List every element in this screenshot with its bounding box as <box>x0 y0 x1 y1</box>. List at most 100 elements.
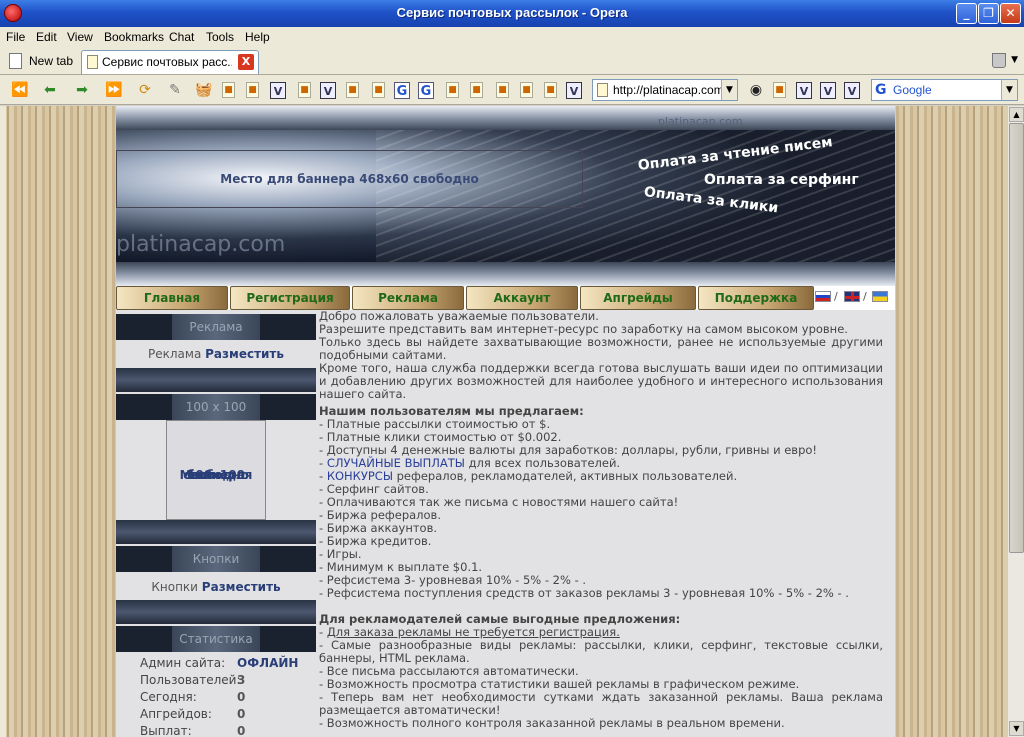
close-tab-icon[interactable]: X <box>238 54 254 70</box>
google-icon: G <box>875 82 887 98</box>
bookmark-page-icon[interactable]: ■ <box>346 82 359 98</box>
nav-account[interactable]: Аккаунт <box>466 286 578 310</box>
google-bookmark-icon[interactable]: G <box>394 82 410 99</box>
bookmark-page-icon[interactable]: ■ <box>222 82 235 98</box>
bookmark-page-icon[interactable]: ■ <box>773 82 786 98</box>
tab-active[interactable]: Сервис почтовых расс... X <box>81 50 259 74</box>
header-frame-bottom <box>116 262 895 286</box>
vertical-scrollbar[interactable]: ▲ ▼ <box>1007 106 1024 737</box>
place-button-link[interactable]: Разместить <box>202 580 281 594</box>
sidebar-buttons-text: Кнопки <box>151 580 198 594</box>
rewind-icon[interactable]: ⏪ <box>10 80 30 100</box>
nav-support[interactable]: Поддержка <box>698 286 814 310</box>
banner-100-placeholder[interactable]: Место для баннера 100x100 свободно <box>166 420 266 520</box>
search-box[interactable]: G Google ▼ <box>871 79 1018 101</box>
trash-icon[interactable] <box>992 53 1006 68</box>
bookmark-page-icon[interactable]: ■ <box>372 82 385 98</box>
address-dropdown-icon[interactable]: ▼ <box>721 80 737 100</box>
flag-separator: / <box>834 290 838 303</box>
menu-bookmarks[interactable]: Bookmarks <box>104 30 164 44</box>
intro-text: Кроме того, наша служба поддержки всегда… <box>319 361 883 401</box>
new-tab-button[interactable]: New tab <box>7 51 73 71</box>
site-header: platinacap.com Место для баннера 468x60 … <box>116 106 895 286</box>
list-item-text: для всех пользователей. <box>464 456 621 470</box>
scroll-thumb[interactable] <box>1009 123 1024 553</box>
bookmark-v-icon[interactable]: V <box>270 82 286 99</box>
random-payouts-link[interactable]: СЛУЧАЙНЫЕ ВЫПЛАТЫ <box>327 456 465 470</box>
nav-support-label: Поддержка <box>714 291 798 305</box>
menu-file[interactable]: File <box>6 30 25 44</box>
google-bookmark-icon[interactable]: G <box>418 82 434 99</box>
scroll-down-icon[interactable]: ▼ <box>1009 721 1024 736</box>
nav-home[interactable]: Главная <box>116 286 228 310</box>
bookmark-page-icon[interactable]: ■ <box>298 82 311 98</box>
stat-label: Сегодня: <box>140 690 197 704</box>
no-registration-link[interactable]: Для заказа рекламы не требуется регистра… <box>327 625 620 639</box>
menu-edit[interactable]: Edit <box>36 30 57 44</box>
banner-line: свободно <box>183 468 249 482</box>
flag-separator: / <box>863 290 867 303</box>
bookmark-page-icon[interactable]: ■ <box>496 82 509 98</box>
flag-russia-icon[interactable] <box>815 291 831 302</box>
fast-forward-icon[interactable]: ⏩ <box>104 80 124 100</box>
address-bar[interactable]: http://platinacap.com/ ▼ <box>592 79 738 101</box>
list-item-text: рефералов, рекламодателей, активных поль… <box>392 469 738 483</box>
bookmark-v-icon[interactable]: V <box>820 82 836 99</box>
nav-upgrades[interactable]: Апгрейды <box>580 286 696 310</box>
back-icon[interactable]: ⬅ <box>40 80 60 100</box>
menu-tools[interactable]: Tools <box>206 30 234 44</box>
bookmark-page-icon[interactable]: ■ <box>520 82 533 98</box>
bookmark-page-icon[interactable]: ■ <box>446 82 459 98</box>
stat-label: Пользователей: <box>140 673 241 687</box>
minimize-button[interactable]: _ <box>956 3 977 24</box>
basket-icon[interactable]: 🧺 <box>194 80 214 100</box>
web-viewport: platinacap.com Место для баннера 468x60 … <box>0 106 1024 737</box>
forward-icon[interactable]: ➡ <box>72 80 92 100</box>
sidebar-ads-text: Реклама <box>148 347 202 361</box>
nav-register[interactable]: Регистрация <box>230 286 350 310</box>
new-tab-label: New tab <box>29 54 74 68</box>
banner-468-text: Место для баннера 468x60 свободно <box>220 172 479 186</box>
header-domain: platinacap.com <box>658 115 743 128</box>
banner-468-placeholder[interactable]: Место для баннера 468x60 свободно <box>116 150 583 208</box>
sidebar-size-title: 100 x 100 <box>185 400 247 414</box>
panel-edge <box>0 106 6 737</box>
stat-label: Админ сайта: <box>140 656 226 670</box>
menu-help[interactable]: Help <box>245 30 270 44</box>
edit-icon[interactable]: ✎ <box>165 80 185 100</box>
flag-ukraine-icon[interactable] <box>872 291 888 302</box>
close-button[interactable]: ✕ <box>1000 3 1021 24</box>
sidebar-divider <box>116 368 316 392</box>
search-dropdown-icon[interactable]: ▼ <box>1001 80 1017 100</box>
nav-ads[interactable]: Реклама <box>352 286 464 310</box>
bookmark-v-icon[interactable]: V <box>320 82 336 99</box>
bookmark-page-icon[interactable]: ■ <box>246 82 259 98</box>
flag-uk-icon[interactable] <box>844 291 860 302</box>
sidebar-divider <box>116 520 316 544</box>
scroll-up-icon[interactable]: ▲ <box>1009 107 1024 122</box>
sidebar-buttons-title: Кнопки <box>192 552 240 566</box>
bookmark-page-icon[interactable]: ■ <box>470 82 483 98</box>
list-item: - Самые разнообразные виды рекламы: расс… <box>319 638 883 665</box>
bookmark-page-icon[interactable]: ■ <box>544 82 557 98</box>
title-bar: Сервис почтовых рассылок - Opera _ ❐ ✕ <box>0 0 1024 27</box>
stat-value: ОФЛАЙН <box>237 656 299 670</box>
address-input[interactable]: http://platinacap.com/ <box>613 83 723 97</box>
restore-button[interactable]: ❐ <box>978 3 999 24</box>
slogan-surfing: Оплата за серфинг <box>704 172 859 188</box>
menu-view[interactable]: View <box>67 30 93 44</box>
contests-link[interactable]: КОНКУРСЫ <box>327 469 393 483</box>
bookmark-v-icon[interactable]: V <box>566 82 582 99</box>
bookmark-v-icon[interactable]: V <box>796 82 812 99</box>
place-ad-link[interactable]: Разместить <box>205 347 284 361</box>
menu-chat[interactable]: Chat <box>169 30 194 44</box>
globe-icon[interactable]: ◉ <box>746 80 766 100</box>
brand-watermark: platinacap.com <box>116 232 286 257</box>
nav-ads-label: Реклама <box>378 291 438 305</box>
chevron-down-icon[interactable]: ▼ <box>1011 55 1018 65</box>
bookmark-v-icon[interactable]: V <box>844 82 860 99</box>
sidebar-ads-line: Реклама Разместить <box>116 347 316 361</box>
document-icon <box>9 53 22 69</box>
sidebar: Реклама Реклама Разместить 100 x 100 Мес… <box>116 310 316 737</box>
reload-icon[interactable]: ⟳ <box>135 80 155 100</box>
